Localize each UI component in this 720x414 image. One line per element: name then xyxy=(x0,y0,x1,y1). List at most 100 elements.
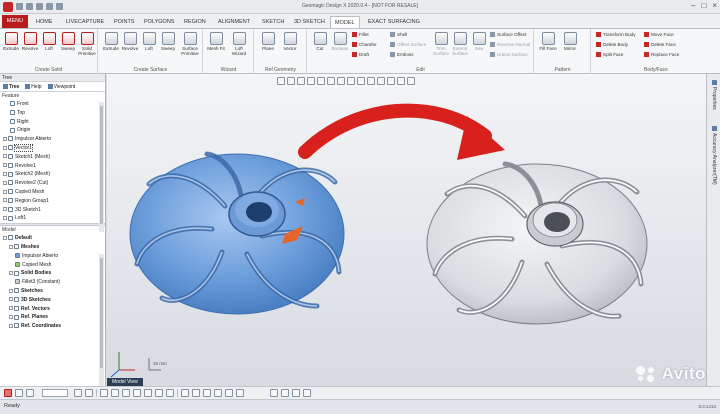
boolean-button[interactable]: Boolean xyxy=(330,32,350,51)
tab-alignment[interactable]: ALIGNMENT xyxy=(214,16,254,28)
surface-primitive-button[interactable]: Surface Primitive xyxy=(179,32,201,56)
tab-help[interactable]: Help xyxy=(25,84,42,90)
model-viewport[interactable]: 25 mm xyxy=(107,74,706,386)
right-view-icon[interactable] xyxy=(133,389,141,397)
revolve-surface-button[interactable]: Revolve xyxy=(121,32,139,51)
reverse-normal-button[interactable]: Reverse Normal xyxy=(490,42,530,48)
sweep-solid-button[interactable]: Sweep xyxy=(59,32,77,51)
feature-tree-item[interactable]: Top xyxy=(0,109,105,118)
feature-tree-item[interactable]: 3D Sketch1 xyxy=(0,206,105,215)
model-tree-item[interactable]: Ref. Vectors xyxy=(0,305,105,314)
feature-tree-item[interactable]: Revolve2 (Cut) xyxy=(0,179,105,188)
tab-region[interactable]: REGION xyxy=(180,16,210,28)
expand-toggle[interactable] xyxy=(3,163,7,168)
tab-tree[interactable]: Tree xyxy=(3,84,19,90)
expand-toggle[interactable] xyxy=(3,145,7,150)
feature-tree-item[interactable]: Vector1 xyxy=(0,143,105,153)
cad-model-impeller[interactable] xyxy=(426,161,648,325)
mirror-button[interactable]: Mirror xyxy=(561,32,579,51)
transform-body-button[interactable]: Transform Body xyxy=(596,32,636,38)
feature-tree-item[interactable]: Loft1 xyxy=(0,214,105,223)
maximize-button[interactable]: □ xyxy=(701,1,706,10)
move-face-button[interactable]: Move Face xyxy=(644,32,674,38)
shell-button[interactable]: Shell xyxy=(390,32,407,38)
front-view-icon[interactable] xyxy=(100,389,108,397)
replace-face-button[interactable]: Replace Face xyxy=(644,52,679,58)
hidden-line-icon[interactable] xyxy=(203,389,211,397)
loft-solid-button[interactable]: Loft xyxy=(40,32,58,51)
sweep-surface-button[interactable]: Sweep xyxy=(159,32,177,51)
model-tree-item[interactable]: Ref. Planes xyxy=(0,313,105,322)
tab-points[interactable]: POINTS xyxy=(110,16,138,28)
plane-button[interactable]: Plane xyxy=(259,32,277,51)
deviation-icon[interactable] xyxy=(281,389,289,397)
feature-tree-scrollbar[interactable] xyxy=(99,102,104,232)
undo-view-icon[interactable] xyxy=(74,389,82,397)
section-icon[interactable] xyxy=(214,389,222,397)
delete-face-button[interactable]: Delete Face xyxy=(644,42,676,48)
expand-toggle[interactable] xyxy=(3,198,7,203)
delete-body-button[interactable]: Delete Body xyxy=(596,42,628,48)
record-icon[interactable] xyxy=(303,389,311,397)
extend-surface-button[interactable]: Extend Surface xyxy=(451,32,469,56)
back-view-icon[interactable] xyxy=(111,389,119,397)
model-tree-item[interactable]: 3D Sketches xyxy=(0,296,105,305)
select-mode-icon[interactable] xyxy=(4,389,12,397)
tab-menu[interactable]: MENU xyxy=(2,15,28,28)
expand-toggle[interactable] xyxy=(3,136,7,141)
redo-view-icon[interactable] xyxy=(85,389,93,397)
expand-toggle[interactable] xyxy=(3,180,7,185)
solid-primitive-button[interactable]: Solid Primitive xyxy=(78,32,96,56)
shaded-icon[interactable] xyxy=(181,389,189,397)
left-view-icon[interactable] xyxy=(122,389,130,397)
iso-view-icon[interactable] xyxy=(166,389,174,397)
split-face-button[interactable]: Split Face xyxy=(596,52,623,58)
expand-toggle[interactable] xyxy=(3,172,7,177)
tab-viewpoint[interactable]: Viewpoint xyxy=(47,84,75,90)
close-button[interactable]: × xyxy=(712,1,717,10)
pan-icon[interactable] xyxy=(26,389,34,397)
fillet-button[interactable]: Fillet xyxy=(352,32,369,38)
sew-button[interactable]: Sew xyxy=(470,32,488,51)
tab-home[interactable]: HOME xyxy=(32,16,57,28)
model-tree-item[interactable]: Impulsor Abierto xyxy=(0,252,105,261)
offset-surface-button[interactable]: Offset Surface xyxy=(390,42,426,48)
extrude-solid-button[interactable]: Extrude xyxy=(2,32,20,51)
feature-tree-item[interactable]: Sketch1 (Mesh) xyxy=(0,153,105,162)
expand-toggle[interactable] xyxy=(3,207,7,212)
feature-tree-item[interactable]: Impulsor Abierto xyxy=(0,135,105,144)
draft-button[interactable]: Draft xyxy=(352,52,369,58)
mesh-fit-button[interactable]: Mesh Fit xyxy=(207,32,225,51)
model-tree-item[interactable]: Meshes xyxy=(0,243,105,252)
tab-3d-sketch[interactable]: 3D SKETCH xyxy=(290,16,329,28)
model-tree-scrollbar[interactable] xyxy=(99,254,104,394)
expand-toggle[interactable] xyxy=(9,297,13,302)
properties-tab[interactable]: Properties xyxy=(709,80,719,110)
minimize-button[interactable]: – xyxy=(691,1,695,10)
loft-wizard-button[interactable]: Loft Wizard xyxy=(228,32,250,56)
feature-tree-item[interactable]: Sketch2 (Mesh) xyxy=(0,170,105,179)
tab-sketch[interactable]: SKETCH xyxy=(258,16,288,28)
scrollbar-thumb[interactable] xyxy=(100,106,103,224)
revolve-solid-button[interactable]: Revolve xyxy=(21,32,39,51)
lighting-icon[interactable] xyxy=(225,389,233,397)
loft-surface-button[interactable]: Loft xyxy=(140,32,158,51)
selection-filter-field[interactable] xyxy=(42,389,68,397)
snapshot-icon[interactable] xyxy=(292,389,300,397)
tab-model[interactable]: MODEL xyxy=(330,16,360,28)
tab-exact-surfacing[interactable]: EXACT SURFACING xyxy=(364,16,424,28)
chamfer-button[interactable]: Chamfer xyxy=(352,42,377,48)
scrollbar-thumb[interactable] xyxy=(100,258,103,368)
extrude-surface-button[interactable]: Extrude xyxy=(102,32,120,51)
expand-toggle[interactable] xyxy=(9,288,13,293)
feature-tree-item[interactable]: Region Group1 xyxy=(0,197,105,206)
model-tree-item[interactable]: Ref. Coordinates xyxy=(0,322,105,331)
model-tree-item[interactable]: Copied Mesh xyxy=(0,261,105,270)
camera-icon[interactable] xyxy=(236,389,244,397)
feature-tree-item[interactable]: Right xyxy=(0,118,105,127)
feature-tree-item[interactable]: Front xyxy=(0,100,105,109)
vector-button[interactable]: Vector xyxy=(281,32,299,51)
model-tree-item[interactable]: Solid Bodies xyxy=(0,269,105,278)
model-tree-item[interactable]: Fillet3 (Constant) xyxy=(0,278,105,287)
tab-polygons[interactable]: POLYGONS xyxy=(140,16,178,28)
